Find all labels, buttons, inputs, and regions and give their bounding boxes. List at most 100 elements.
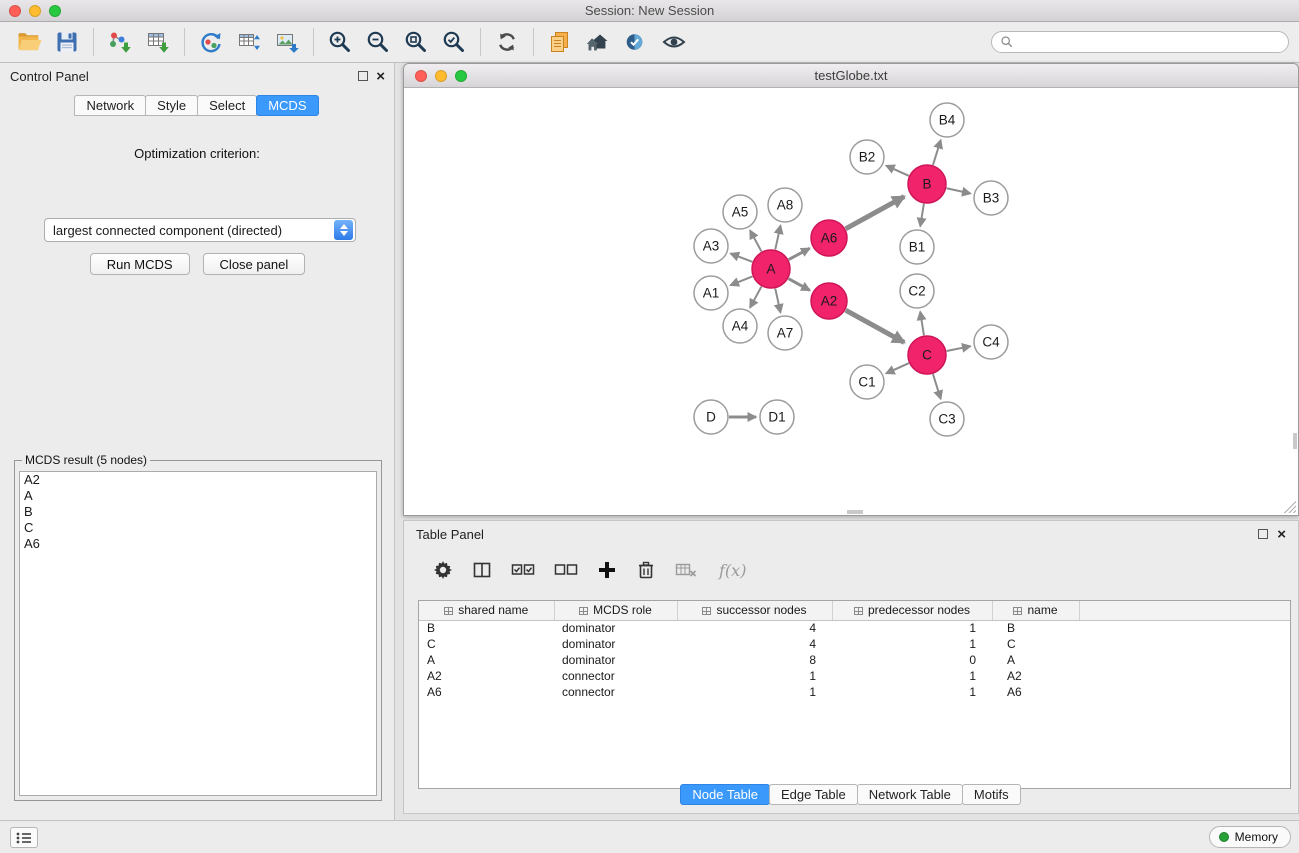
- graph-node-A3[interactable]: A3: [694, 229, 728, 263]
- table-row[interactable]: A6connector11A6: [419, 684, 1290, 700]
- graph-node-A1[interactable]: A1: [694, 276, 728, 310]
- graph-node-C3[interactable]: C3: [930, 402, 964, 436]
- table-cell[interactable]: 1: [832, 684, 992, 700]
- column-header-name[interactable]: name: [992, 601, 1079, 620]
- table-cell[interactable]: B: [419, 620, 554, 636]
- table-cell[interactable]: 4: [677, 636, 832, 652]
- table-cell[interactable]: C: [992, 636, 1079, 652]
- horizontal-scrollbar-mark[interactable]: [847, 510, 863, 514]
- table-cell[interactable]: dominator: [554, 620, 677, 636]
- graph-node-A7[interactable]: A7: [768, 316, 802, 350]
- home-button[interactable]: [579, 25, 617, 59]
- table-row[interactable]: A2connector11A2: [419, 668, 1290, 684]
- graph-edge-B-B1[interactable]: [920, 204, 924, 227]
- float-panel-icon[interactable]: [358, 71, 368, 81]
- graph-node-C[interactable]: C: [908, 336, 946, 374]
- mcds-result-item[interactable]: A6: [20, 536, 376, 552]
- table-cell[interactable]: B: [992, 620, 1079, 636]
- export-image-button[interactable]: [268, 25, 306, 59]
- network-window-titlebar[interactable]: testGlobe.txt: [404, 64, 1298, 88]
- mcds-result-item[interactable]: B: [20, 504, 376, 520]
- tab-mcds[interactable]: MCDS: [256, 95, 318, 116]
- graph-edge-A-A3[interactable]: [731, 254, 753, 262]
- table-row[interactable]: Cdominator41C: [419, 636, 1290, 652]
- graph-node-C2[interactable]: C2: [900, 274, 934, 308]
- criterion-dropdown[interactable]: largest connected component (directed): [44, 218, 356, 242]
- table-cell[interactable]: dominator: [554, 636, 677, 652]
- zoom-selected-button[interactable]: [435, 25, 473, 59]
- table-cell[interactable]: A2: [992, 668, 1079, 684]
- graph-edge-A-A7[interactable]: [775, 289, 780, 313]
- graph-edge-C-C3[interactable]: [933, 374, 941, 399]
- function-builder-button[interactable]: f(x): [719, 561, 746, 580]
- graph-edge-B-B4[interactable]: [933, 140, 941, 165]
- graph-edge-A2-C[interactable]: [846, 310, 905, 342]
- table-cell[interactable]: C: [419, 636, 554, 652]
- search-field[interactable]: [991, 31, 1289, 53]
- style-check-button[interactable]: [617, 25, 655, 59]
- zoom-fit-button[interactable]: [397, 25, 435, 59]
- table-cell[interactable]: A: [992, 652, 1079, 668]
- table-row[interactable]: Adominator80A: [419, 652, 1290, 668]
- table-cell[interactable]: A2: [419, 668, 554, 684]
- apply-layout-button[interactable]: [488, 25, 526, 59]
- table-arrows-button[interactable]: [230, 25, 268, 59]
- graph-edge-C-C4[interactable]: [947, 346, 971, 351]
- table-cell[interactable]: dominator: [554, 652, 677, 668]
- graph-node-A8[interactable]: A8: [768, 188, 802, 222]
- table-cell[interactable]: A: [419, 652, 554, 668]
- import-network-button[interactable]: [101, 25, 139, 59]
- memory-button[interactable]: Memory: [1209, 826, 1291, 848]
- column-header-shared-name[interactable]: shared name: [419, 601, 554, 620]
- table-cell[interactable]: 0: [832, 652, 992, 668]
- graph-node-A5[interactable]: A5: [723, 195, 757, 229]
- graph-node-D1[interactable]: D1: [760, 400, 794, 434]
- graph-edge-C-C2[interactable]: [920, 312, 924, 335]
- graph-edge-C-C1[interactable]: [886, 363, 909, 373]
- table-cell[interactable]: connector: [554, 668, 677, 684]
- tab-node-table[interactable]: Node Table: [680, 784, 770, 805]
- graph-edge-A-A6[interactable]: [789, 248, 810, 259]
- save-session-button[interactable]: [48, 25, 86, 59]
- add-row-button[interactable]: [596, 559, 618, 581]
- documents-button[interactable]: [541, 25, 579, 59]
- zoom-window-button[interactable]: [49, 5, 61, 17]
- minimize-window-button[interactable]: [29, 5, 41, 17]
- close-table-panel-icon[interactable]: ×: [1277, 525, 1286, 545]
- table-cell[interactable]: 1: [832, 620, 992, 636]
- graph-edge-B-B2[interactable]: [886, 166, 909, 176]
- graph-node-A6[interactable]: A6: [811, 220, 847, 256]
- graph-edge-A-A8[interactable]: [775, 226, 780, 250]
- table-settings-button[interactable]: [432, 559, 454, 581]
- zoom-out-button[interactable]: [359, 25, 397, 59]
- show-hide-button[interactable]: [655, 25, 693, 59]
- mcds-result-item[interactable]: C: [20, 520, 376, 536]
- graph-edge-A-A5[interactable]: [750, 230, 761, 251]
- close-panel-icon[interactable]: ×: [376, 67, 385, 87]
- minimize-network-window-button[interactable]: [435, 70, 447, 82]
- table-cell[interactable]: 1: [832, 636, 992, 652]
- close-network-window-button[interactable]: [415, 70, 427, 82]
- column-header-successor-nodes[interactable]: successor nodes: [677, 601, 832, 620]
- deselect-all-button[interactable]: [553, 559, 579, 581]
- graph-node-A4[interactable]: A4: [723, 309, 757, 343]
- graph-edge-A6-B[interactable]: [846, 197, 905, 229]
- task-history-button[interactable]: [10, 827, 38, 848]
- run-mcds-button[interactable]: Run MCDS: [90, 253, 190, 275]
- tab-style[interactable]: Style: [145, 95, 198, 116]
- select-all-button[interactable]: [510, 559, 536, 581]
- float-table-panel-icon[interactable]: [1258, 529, 1268, 539]
- graph-node-B1[interactable]: B1: [900, 230, 934, 264]
- table-cell[interactable]: 1: [677, 684, 832, 700]
- table-cell[interactable]: connector: [554, 684, 677, 700]
- network-canvas[interactable]: B4B2BB3B1A5A8A6A3AA1A2C2A4A7C4CC1C3DD1: [404, 88, 1298, 515]
- resize-grip[interactable]: [1284, 501, 1296, 513]
- graph-edge-B-B3[interactable]: [947, 188, 971, 193]
- column-header-mcds-role[interactable]: MCDS role: [554, 601, 677, 620]
- delete-table-button[interactable]: [674, 559, 698, 581]
- table-cell[interactable]: 8: [677, 652, 832, 668]
- open-session-button[interactable]: [10, 25, 48, 59]
- graph-node-C1[interactable]: C1: [850, 365, 884, 399]
- mcds-result-item[interactable]: A2: [20, 472, 376, 488]
- tab-edge-table[interactable]: Edge Table: [769, 784, 858, 805]
